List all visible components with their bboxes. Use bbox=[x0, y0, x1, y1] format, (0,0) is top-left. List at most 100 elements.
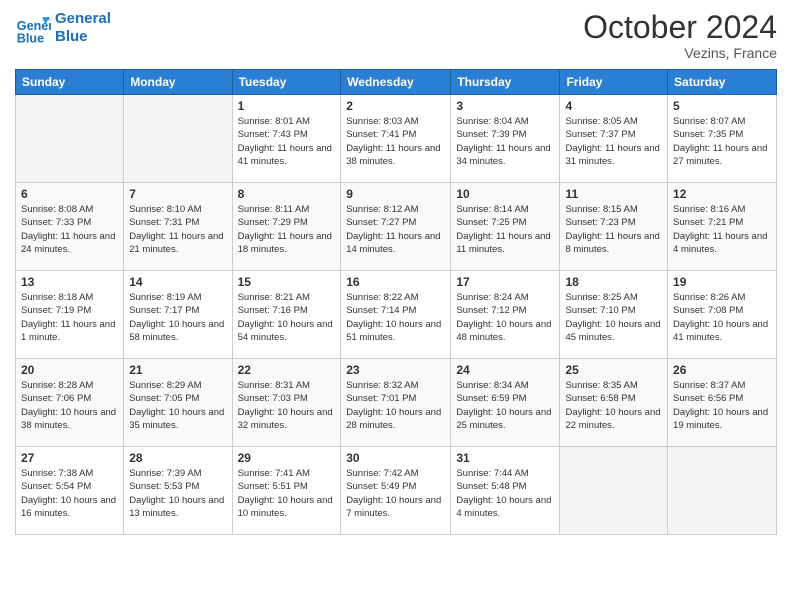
day-info: Sunrise: 8:18 AMSunset: 7:19 PMDaylight:… bbox=[21, 291, 118, 344]
calendar-cell: 16 Sunrise: 8:22 AMSunset: 7:14 PMDayligh… bbox=[341, 271, 451, 359]
weekday-header-friday: Friday bbox=[560, 70, 668, 95]
day-number: 14 bbox=[129, 275, 226, 289]
logo-blue: Blue bbox=[55, 28, 111, 46]
day-number: 15 bbox=[238, 275, 336, 289]
calendar-cell bbox=[16, 95, 124, 183]
week-row-5: 27Sunrise: 7:38 AMSunset: 5:54 PMDayligh… bbox=[16, 447, 777, 535]
day-number: 12 bbox=[673, 187, 771, 201]
day-number: 4 bbox=[565, 99, 662, 113]
day-info: Sunrise: 8:16 AMSunset: 7:21 PMDaylight:… bbox=[673, 203, 771, 256]
weekday-header-wednesday: Wednesday bbox=[341, 70, 451, 95]
header: General Blue General Blue October 2024 V… bbox=[15, 10, 777, 61]
calendar-cell: 30 Sunrise: 7:42 AMSunset: 5:49 PMDayligh… bbox=[341, 447, 451, 535]
day-info: Sunrise: 8:29 AMSunset: 7:05 PMDaylight:… bbox=[129, 379, 226, 432]
week-row-2: 6 Sunrise: 8:08 AMSunset: 7:33 PMDaylight… bbox=[16, 183, 777, 271]
weekday-header-monday: Monday bbox=[124, 70, 232, 95]
day-info: Sunrise: 8:26 AMSunset: 7:08 PMDaylight:… bbox=[673, 291, 771, 344]
calendar-cell: 26 Sunrise: 8:37 AMSunset: 6:56 PMDayligh… bbox=[668, 359, 777, 447]
day-number: 11 bbox=[565, 187, 662, 201]
weekday-header-saturday: Saturday bbox=[668, 70, 777, 95]
day-number: 13 bbox=[21, 275, 118, 289]
day-number: 17 bbox=[456, 275, 554, 289]
day-info: Sunrise: 8:10 AMSunset: 7:31 PMDaylight:… bbox=[129, 203, 226, 256]
calendar-cell: 6 Sunrise: 8:08 AMSunset: 7:33 PMDaylight… bbox=[16, 183, 124, 271]
calendar-cell: 1 Sunrise: 8:01 AMSunset: 7:43 PMDaylight… bbox=[232, 95, 341, 183]
calendar-cell: 14 Sunrise: 8:19 AMSunset: 7:17 PMDayligh… bbox=[124, 271, 232, 359]
day-info: Sunrise: 7:42 AMSunset: 5:49 PMDaylight:… bbox=[346, 467, 445, 520]
day-info: Sunrise: 8:11 AMSunset: 7:29 PMDaylight:… bbox=[238, 203, 336, 256]
day-number: 18 bbox=[565, 275, 662, 289]
day-number: 1 bbox=[238, 99, 336, 113]
calendar-cell: 28 Sunrise: 7:39 AMSunset: 5:53 PMDayligh… bbox=[124, 447, 232, 535]
day-info: Sunrise: 7:44 AMSunset: 5:48 PMDaylight:… bbox=[456, 467, 554, 520]
calendar-cell: 21Sunrise: 8:29 AMSunset: 7:05 PMDayligh… bbox=[124, 359, 232, 447]
weekday-header-thursday: Thursday bbox=[451, 70, 560, 95]
day-number: 24 bbox=[456, 363, 554, 377]
day-number: 28 bbox=[129, 451, 226, 465]
day-number: 20 bbox=[21, 363, 118, 377]
day-number: 8 bbox=[238, 187, 336, 201]
calendar-cell: 13 Sunrise: 8:18 AMSunset: 7:19 PMDayligh… bbox=[16, 271, 124, 359]
week-row-4: 20Sunrise: 8:28 AMSunset: 7:06 PMDayligh… bbox=[16, 359, 777, 447]
calendar-cell: 7Sunrise: 8:10 AMSunset: 7:31 PMDaylight… bbox=[124, 183, 232, 271]
calendar-cell: 4 Sunrise: 8:05 AMSunset: 7:37 PMDaylight… bbox=[560, 95, 668, 183]
location: Vezins, France bbox=[583, 45, 777, 61]
calendar-cell: 5Sunrise: 8:07 AMSunset: 7:35 PMDaylight… bbox=[668, 95, 777, 183]
day-info: Sunrise: 8:25 AMSunset: 7:10 PMDaylight:… bbox=[565, 291, 662, 344]
calendar-cell: 12 Sunrise: 8:16 AMSunset: 7:21 PMDayligh… bbox=[668, 183, 777, 271]
day-number: 23 bbox=[346, 363, 445, 377]
calendar-cell: 25Sunrise: 8:35 AMSunset: 6:58 PMDayligh… bbox=[560, 359, 668, 447]
calendar-cell: 2 Sunrise: 8:03 AMSunset: 7:41 PMDaylight… bbox=[341, 95, 451, 183]
day-number: 27 bbox=[21, 451, 118, 465]
calendar-cell: 10 Sunrise: 8:14 AMSunset: 7:25 PMDayligh… bbox=[451, 183, 560, 271]
day-info: Sunrise: 8:15 AMSunset: 7:23 PMDaylight:… bbox=[565, 203, 662, 256]
calendar-cell: 18 Sunrise: 8:25 AMSunset: 7:10 PMDayligh… bbox=[560, 271, 668, 359]
day-info: Sunrise: 8:22 AMSunset: 7:14 PMDaylight:… bbox=[346, 291, 445, 344]
day-info: Sunrise: 8:21 AMSunset: 7:16 PMDaylight:… bbox=[238, 291, 336, 344]
calendar-cell: 20Sunrise: 8:28 AMSunset: 7:06 PMDayligh… bbox=[16, 359, 124, 447]
day-info: Sunrise: 7:41 AMSunset: 5:51 PMDaylight:… bbox=[238, 467, 336, 520]
day-number: 25 bbox=[565, 363, 662, 377]
day-info: Sunrise: 8:14 AMSunset: 7:25 PMDaylight:… bbox=[456, 203, 554, 256]
calendar-cell: 15 Sunrise: 8:21 AMSunset: 7:16 PMDayligh… bbox=[232, 271, 341, 359]
day-info: Sunrise: 8:01 AMSunset: 7:43 PMDaylight:… bbox=[238, 115, 336, 168]
calendar-cell: 8 Sunrise: 8:11 AMSunset: 7:29 PMDaylight… bbox=[232, 183, 341, 271]
day-info: Sunrise: 8:05 AMSunset: 7:37 PMDaylight:… bbox=[565, 115, 662, 168]
day-number: 16 bbox=[346, 275, 445, 289]
logo-icon: General Blue bbox=[15, 10, 51, 46]
logo: General Blue General Blue bbox=[15, 10, 111, 46]
day-number: 31 bbox=[456, 451, 554, 465]
page: General Blue General Blue October 2024 V… bbox=[0, 0, 792, 612]
calendar-cell bbox=[560, 447, 668, 535]
day-info: Sunrise: 8:19 AMSunset: 7:17 PMDaylight:… bbox=[129, 291, 226, 344]
title-block: October 2024 Vezins, France bbox=[583, 10, 777, 61]
day-number: 2 bbox=[346, 99, 445, 113]
day-info: Sunrise: 8:12 AMSunset: 7:27 PMDaylight:… bbox=[346, 203, 445, 256]
day-info: Sunrise: 8:03 AMSunset: 7:41 PMDaylight:… bbox=[346, 115, 445, 168]
calendar-cell: 11 Sunrise: 8:15 AMSunset: 7:23 PMDayligh… bbox=[560, 183, 668, 271]
day-info: Sunrise: 8:34 AMSunset: 6:59 PMDaylight:… bbox=[456, 379, 554, 432]
weekday-header-tuesday: Tuesday bbox=[232, 70, 341, 95]
day-number: 6 bbox=[21, 187, 118, 201]
calendar-cell: 9Sunrise: 8:12 AMSunset: 7:27 PMDaylight… bbox=[341, 183, 451, 271]
calendar-cell bbox=[124, 95, 232, 183]
weekday-header-sunday: Sunday bbox=[16, 70, 124, 95]
day-number: 3 bbox=[456, 99, 554, 113]
calendar-cell: 29Sunrise: 7:41 AMSunset: 5:51 PMDayligh… bbox=[232, 447, 341, 535]
day-info: Sunrise: 8:08 AMSunset: 7:33 PMDaylight:… bbox=[21, 203, 118, 256]
day-number: 26 bbox=[673, 363, 771, 377]
calendar-cell: 22Sunrise: 8:31 AMSunset: 7:03 PMDayligh… bbox=[232, 359, 341, 447]
day-info: Sunrise: 8:32 AMSunset: 7:01 PMDaylight:… bbox=[346, 379, 445, 432]
day-number: 5 bbox=[673, 99, 771, 113]
calendar-cell: 3 Sunrise: 8:04 AMSunset: 7:39 PMDaylight… bbox=[451, 95, 560, 183]
calendar-cell: 23 Sunrise: 8:32 AMSunset: 7:01 PMDayligh… bbox=[341, 359, 451, 447]
day-number: 10 bbox=[456, 187, 554, 201]
logo-general: General bbox=[55, 10, 111, 28]
calendar-cell bbox=[668, 447, 777, 535]
day-info: Sunrise: 8:37 AMSunset: 6:56 PMDaylight:… bbox=[673, 379, 771, 432]
calendar-cell: 31 Sunrise: 7:44 AMSunset: 5:48 PMDayligh… bbox=[451, 447, 560, 535]
day-info: Sunrise: 7:39 AMSunset: 5:53 PMDaylight:… bbox=[129, 467, 226, 520]
day-info: Sunrise: 8:04 AMSunset: 7:39 PMDaylight:… bbox=[456, 115, 554, 168]
day-number: 30 bbox=[346, 451, 445, 465]
calendar: SundayMondayTuesdayWednesdayThursdayFrid… bbox=[15, 69, 777, 535]
